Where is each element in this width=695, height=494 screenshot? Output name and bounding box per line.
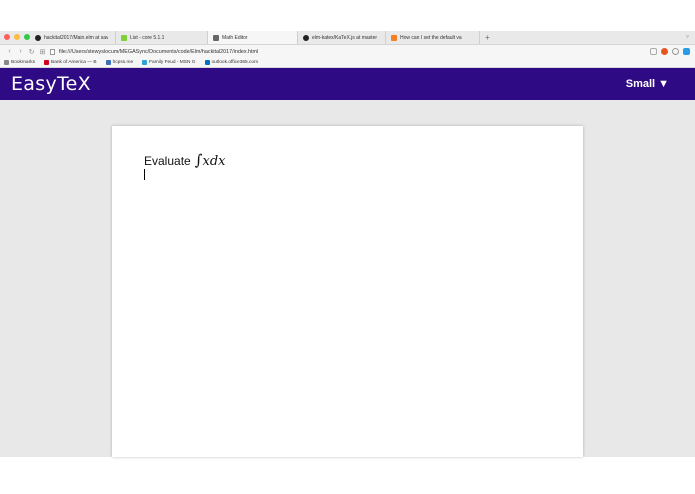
browser-tab[interactable]: List - core 5.1.1 (116, 31, 208, 44)
address-bar-row: ‹ › ↻ ⊞ file:///Users/stewyslocum/MEGASy… (0, 45, 695, 58)
extension-icons (650, 48, 695, 55)
browser-tab-bar: hackital2017/Main.elm at sav List - core… (0, 31, 695, 45)
bookmark-icon[interactable] (650, 48, 657, 55)
browser-tab-active[interactable]: Math Editor (208, 31, 298, 44)
text-caret (144, 169, 145, 180)
bookmark-item[interactable]: Bank of America — B (44, 60, 97, 65)
toggle-icon[interactable] (683, 48, 690, 55)
new-tab-button[interactable]: + (480, 31, 495, 44)
back-icon[interactable]: ‹ (6, 48, 13, 55)
github-icon (35, 34, 41, 41)
bookmark-item[interactable]: Family Feud - MSN G (142, 60, 196, 65)
workspace: Evaluate ∫xdx (0, 100, 695, 457)
integral-symbol: ∫ (194, 151, 203, 169)
msn-icon (142, 60, 148, 65)
url-field[interactable]: file:///Users/stewyslocum/MEGASync/Docum… (50, 48, 646, 55)
app-header: EasyTeX Small ▼ (0, 68, 695, 100)
bookmark-item[interactable]: outlook.office365.com (204, 60, 258, 65)
bookmarks-bar: Bookmarks Bank of America — B hcpss.me F… (0, 58, 695, 68)
outlook-icon (204, 60, 210, 65)
share-icon[interactable] (672, 48, 679, 55)
minimize-window-icon[interactable] (14, 34, 20, 40)
bookmark-item[interactable]: hcpss.me (105, 60, 133, 65)
browser-tab[interactable]: elm-katex/KaTeX.js at master (298, 31, 386, 44)
editor-line: Evaluate ∫xdx (144, 151, 226, 169)
bottom-blank (0, 457, 695, 487)
tab-overflow-icon[interactable]: ▿ (686, 33, 689, 40)
stackoverflow-icon (391, 34, 397, 41)
browser-tab[interactable]: hackital2017/Main.elm at sav (30, 31, 116, 44)
editor-text: Evaluate (144, 154, 191, 168)
bank-icon (44, 60, 49, 65)
url-text: file:///Users/stewyslocum/MEGASync/Docum… (59, 48, 259, 55)
page-icon (213, 34, 219, 41)
hcpss-icon (105, 60, 111, 65)
bookmark-item[interactable]: Bookmarks (4, 60, 35, 65)
dropdown-arrow-icon: ▼ (658, 78, 669, 90)
reload-icon[interactable]: ↻ (28, 48, 35, 56)
close-window-icon[interactable] (4, 34, 10, 40)
file-icon (50, 48, 55, 55)
bookmarks-icon (4, 60, 9, 65)
math-expr: xdx (202, 154, 226, 169)
forward-icon[interactable]: › (17, 48, 24, 55)
top-blank (0, 0, 695, 31)
github-icon (303, 34, 309, 41)
grid-icon[interactable]: ⊞ (39, 48, 46, 56)
size-dropdown[interactable]: Small ▼ (626, 78, 669, 90)
size-label: Small (625, 78, 656, 90)
math-expression: ∫xdx (195, 151, 226, 169)
window-controls (0, 30, 30, 44)
elm-icon (121, 34, 127, 41)
browser-tab[interactable]: How can I set the default va (386, 31, 480, 44)
extension-icon[interactable] (661, 48, 668, 55)
app-title: EasyTeX (11, 73, 91, 95)
editor-paper[interactable]: Evaluate ∫xdx (112, 126, 583, 457)
